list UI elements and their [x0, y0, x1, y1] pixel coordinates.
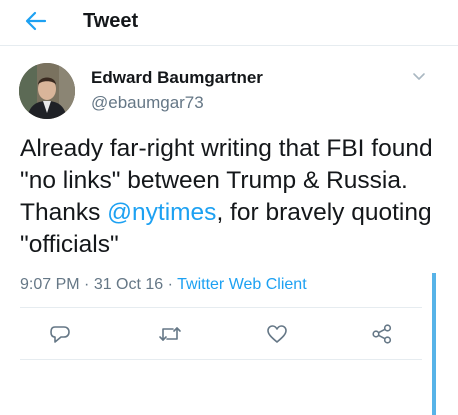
reply-icon: [50, 326, 70, 343]
tweet-meta: 9:07 PM · 31 Oct 16 · Twitter Web Client: [20, 275, 307, 295]
heart-icon: [267, 325, 287, 343]
divider: [20, 359, 422, 360]
back-arrow-icon: [25, 11, 47, 31]
retweet-button[interactable]: [156, 322, 184, 346]
retweet-icon: [159, 327, 181, 341]
tweet-date: 31 Oct 16: [93, 276, 164, 293]
share-button[interactable]: [368, 322, 396, 346]
mention-link[interactable]: @nytimes: [107, 199, 216, 226]
author-handle[interactable]: @ebaumgar73: [91, 92, 204, 114]
avatar[interactable]: [19, 63, 75, 119]
page-title: Tweet: [83, 10, 139, 32]
reply-button[interactable]: [46, 322, 74, 346]
back-button[interactable]: [22, 9, 50, 33]
tweet-options-button[interactable]: [409, 68, 429, 84]
divider: [20, 307, 422, 308]
author-name[interactable]: Edward Baumgartner: [91, 67, 263, 89]
share-icon: [372, 324, 392, 344]
tweet-text: Already far-right writing that FBI found…: [20, 133, 440, 261]
meta-separator: ·: [79, 276, 94, 293]
meta-separator: ·: [163, 276, 178, 293]
top-app-bar: Tweet: [0, 0, 458, 46]
tweet-time: 9:07 PM: [20, 276, 80, 293]
scroll-indicator: [432, 273, 436, 415]
avatar-photo: [19, 63, 75, 119]
like-button[interactable]: [263, 322, 291, 346]
chevron-down-icon: [413, 73, 425, 80]
client-link[interactable]: Twitter Web Client: [177, 276, 307, 293]
